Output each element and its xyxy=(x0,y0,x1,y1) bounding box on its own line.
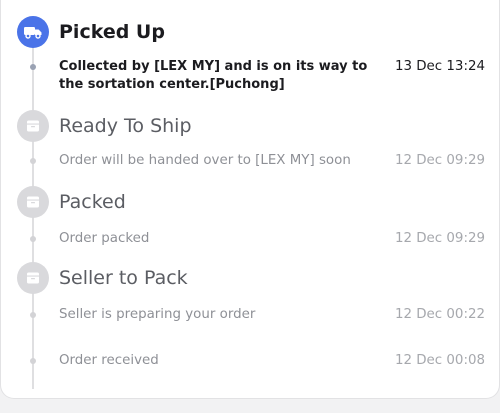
box-icon xyxy=(17,186,49,218)
truck-icon xyxy=(17,16,49,48)
event-dot xyxy=(30,358,36,364)
event-time: 12 Dec 00:08 xyxy=(394,353,485,368)
tracking-timeline: Picked Up Collected by [LEX MY] and is o… xyxy=(1,0,499,398)
event-description: Order received xyxy=(59,353,159,368)
event-time: 12 Dec 09:29 xyxy=(394,231,485,246)
event-description: Order packed xyxy=(59,231,150,246)
box-icon xyxy=(17,110,49,142)
step-title-ready-to-ship: Ready To Ship xyxy=(59,115,192,137)
event-time: 12 Dec 00:22 xyxy=(394,307,485,322)
event-dot xyxy=(30,312,36,318)
event-time: 13 Dec 13:24 xyxy=(394,59,485,74)
step-title-seller-to-pack: Seller to Pack xyxy=(59,267,188,289)
event-dot xyxy=(30,236,36,242)
step-title-packed: Packed xyxy=(59,191,126,213)
event-dot xyxy=(30,158,36,164)
event-description: Order will be handed over to [LEX MY] so… xyxy=(59,153,351,168)
step-title-picked-up: Picked Up xyxy=(59,21,165,43)
event-time: 12 Dec 09:29 xyxy=(394,153,485,168)
event-description: Seller is preparing your order xyxy=(59,307,256,322)
order-tracking-card: Picked Up Collected by [LEX MY] and is o… xyxy=(0,0,500,399)
box-icon xyxy=(17,262,49,294)
event-description: Collected by [LEX MY] and is on its way … xyxy=(59,59,368,92)
event-dot xyxy=(30,64,36,70)
